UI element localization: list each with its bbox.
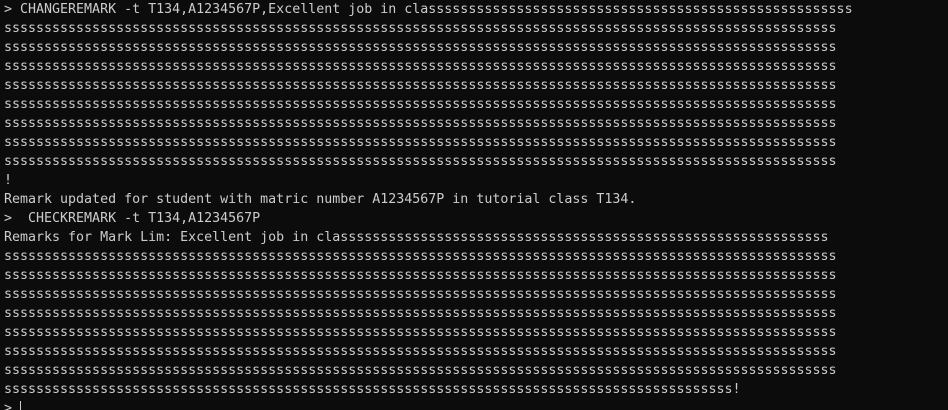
text-cursor[interactable] [20,401,22,410]
output-line: ssssssssssssssssssssssssssssssssssssssss… [4,78,837,93]
output-line: ssssssssssssssssssssssssssssssssssssssss… [4,344,837,359]
status-message: Remark updated for student with matric n… [4,192,637,207]
output-line: ssssssssssssssssssssssssssssssssssssssss… [4,382,741,397]
output-line: ssssssssssssssssssssssssssssssssssssssss… [4,116,837,131]
output-line: ssssssssssssssssssssssssssssssssssssssss… [4,287,837,302]
output-line: ssssssssssssssssssssssssssssssssssssssss… [4,97,837,112]
output-line: ssssssssssssssssssssssssssssssssssssssss… [4,306,837,321]
output-line: ssssssssssssssssssssssssssssssssssssssss… [4,40,837,55]
output-line: ssssssssssssssssssssssssssssssssssssssss… [4,249,837,264]
command-change-remark: > CHANGEREMARK -t T134,A1234567P,Excelle… [4,2,853,17]
output-line: ssssssssssssssssssssssssssssssssssssssss… [4,325,837,340]
output-line: ssssssssssssssssssssssssssssssssssssssss… [4,268,837,283]
input-prompt[interactable]: > [4,399,948,410]
command-check-remark: > CHECKREMARK -t T134,A1234567P [4,211,261,226]
output-line: ssssssssssssssssssssssssssssssssssssssss… [4,21,837,36]
output-line: ssssssssssssssssssssssssssssssssssssssss… [4,154,837,169]
prompt-symbol: > [4,401,13,410]
output-line: ! [4,173,13,188]
output-line: ssssssssssssssssssssssssssssssssssssssss… [4,59,837,74]
remarks-output: Remarks for Mark Lim: Excellent job in c… [4,230,829,245]
output-line: ssssssssssssssssssssssssssssssssssssssss… [4,135,837,150]
terminal-window[interactable]: > CHANGEREMARK -t T134,A1234567P,Excelle… [0,0,948,410]
output-line: ssssssssssssssssssssssssssssssssssssssss… [4,363,837,378]
